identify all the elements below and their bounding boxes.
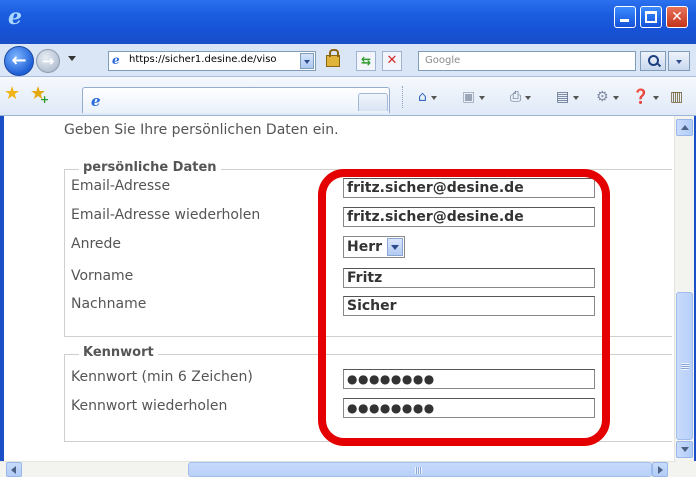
add-favorites-icon[interactable]: ★	[30, 85, 49, 110]
personal-data-legend: persönliche Daten	[79, 160, 221, 175]
horizontal-scrollbar[interactable]	[0, 461, 696, 477]
home-icon[interactable]: ⌂	[418, 88, 437, 106]
address-dropdown-button[interactable]	[300, 53, 314, 69]
email-label: Email-Adresse	[71, 178, 171, 194]
search-icon	[648, 55, 659, 66]
browser-tab[interactable]: e	[82, 87, 390, 113]
highlight-frame	[318, 169, 610, 446]
minimize-button[interactable]	[614, 6, 636, 28]
maximize-button[interactable]	[640, 6, 662, 28]
email-repeat-label: Email-Adresse wiederholen	[71, 207, 261, 223]
vertical-scrollbar[interactable]	[674, 116, 694, 461]
scroll-left-button[interactable]	[6, 462, 22, 477]
print-icon[interactable]: ⎙	[510, 88, 532, 106]
address-bar[interactable]: e https://sicher1.desine.de/viso	[108, 51, 316, 71]
search-placeholder: Google	[425, 55, 461, 66]
new-tab-button[interactable]	[358, 93, 388, 111]
search-options-dropdown[interactable]	[668, 51, 690, 71]
address-url[interactable]: https://sicher1.desine.de/viso	[129, 54, 277, 65]
ie-logo-icon: e	[8, 4, 22, 30]
firstname-label: Vorname	[71, 268, 134, 284]
refresh-button[interactable]: ⇆	[356, 51, 376, 71]
back-arrow-icon: ←	[11, 50, 27, 71]
salutation-label: Anrede	[71, 236, 122, 252]
scroll-right-button[interactable]	[652, 462, 668, 477]
favorites-star-icon[interactable]: ★	[4, 85, 20, 103]
password-label: Kennwort (min 6 Zeichen)	[71, 369, 253, 385]
page-icon: e	[112, 53, 120, 67]
scroll-up-button[interactable]	[676, 119, 693, 136]
lock-icon	[326, 49, 340, 67]
feeds-icon[interactable]: ▣	[462, 88, 486, 106]
title-bar: e ✕	[0, 0, 696, 44]
search-input[interactable]: Google	[418, 51, 636, 71]
toolbar-separator	[402, 86, 404, 108]
recent-pages-dropdown[interactable]	[68, 56, 76, 61]
forward-button[interactable]: →	[36, 49, 60, 73]
page-menu-icon[interactable]: ▤	[556, 88, 580, 106]
password-legend: Kennwort	[79, 345, 158, 360]
horizontal-scroll-thumb[interactable]	[188, 462, 652, 477]
forward-arrow-icon: →	[41, 52, 55, 70]
intro-text: Geben Sie Ihre persönlichen Daten ein.	[64, 122, 339, 138]
tools-gear-icon[interactable]: ⚙	[596, 88, 618, 106]
security-lock-button[interactable]	[320, 49, 350, 72]
stop-button[interactable]: ✕	[382, 51, 402, 71]
search-button[interactable]	[640, 51, 666, 71]
navigation-bar: ← → e https://sicher1.desine.de/viso ⇆ ✕…	[0, 44, 696, 77]
help-icon[interactable]: ❓	[632, 88, 661, 106]
password-repeat-label: Kennwort wiederholen	[71, 398, 228, 414]
close-button[interactable]: ✕	[666, 6, 688, 28]
tab-page-icon: e	[91, 92, 101, 110]
research-icon[interactable]: ▥	[670, 88, 683, 106]
command-bar: ★ ★ e ⌂ ▣ ⎙ ▤ ⚙ ❓ ▥	[0, 77, 696, 116]
scrollbar-corner	[676, 461, 696, 477]
lastname-label: Nachname	[71, 296, 147, 312]
vertical-scroll-thumb[interactable]	[676, 292, 693, 440]
back-button[interactable]: ←	[4, 46, 34, 76]
scroll-down-button[interactable]	[676, 441, 693, 458]
